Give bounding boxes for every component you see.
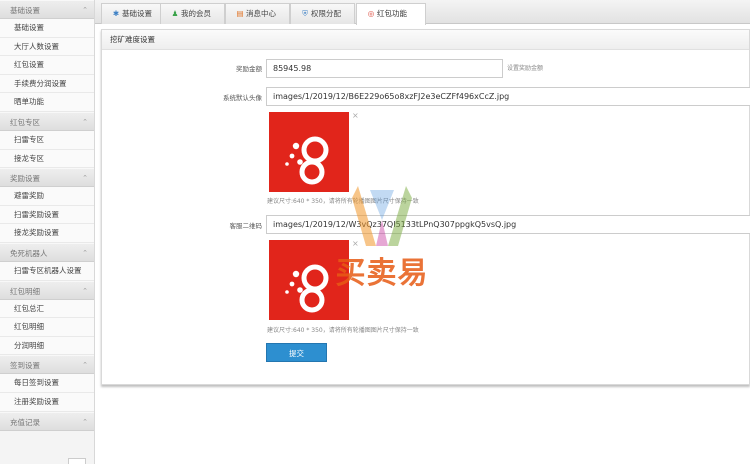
reward-amount-input[interactable]: 85945.98	[266, 59, 503, 78]
remove-qr-icon[interactable]: ×	[352, 239, 359, 248]
redpacket-icon: ◎	[367, 9, 375, 18]
chevron-up-icon: ⌃	[82, 417, 88, 426]
tab-basic-settings[interactable]: ✱ 基础设置	[101, 3, 166, 24]
default-avatar-input[interactable]: images/1/2019/12/B6E229o65o8xzFJ2e3eCZFf…	[266, 87, 750, 106]
sidebar-item[interactable]: 扫雷奖励设置	[0, 205, 94, 225]
sidebar-item[interactable]: 扫雷专区	[0, 130, 94, 150]
qr-code-input[interactable]: images/1/2019/12/W3vQz37QI5133tLPnQ307pp…	[266, 215, 750, 234]
chevron-up-icon: ⌃	[82, 174, 88, 183]
qr-logo-icon	[285, 264, 329, 313]
qr-code-image	[269, 240, 349, 320]
gear-icon: ✱	[112, 9, 120, 18]
default-avatar-hint: 建议尺寸:640 * 350，请将所有轮播图图片尺寸保持一致	[267, 198, 419, 205]
chevron-up-icon: ⌃	[82, 361, 88, 370]
tab-message-center[interactable]: ▤ 消息中心	[225, 3, 290, 24]
sidebar-item[interactable]: 手续费分润设置	[0, 74, 94, 94]
sidebar-group-header[interactable]: 红包专区 ⌃	[0, 111, 94, 131]
sidebar-group-title: 基础设置	[10, 6, 40, 15]
sidebar-group-title: 充值记录	[10, 417, 40, 427]
reward-amount-hint: 设置奖励金额	[507, 65, 544, 72]
chevron-up-icon: ⌃	[82, 6, 88, 14]
sidebar-group-title: 红包明细	[10, 286, 40, 296]
avatar-logo-icon	[285, 136, 329, 185]
sidebar-group-title: 红包专区	[10, 117, 40, 127]
sidebar: 基础设置 ⌃ 基础设置 大厅人数设置 红包设置 手续费分润设置 晒单功能 红包专区 ⌃ 扫雷专区接…	[0, 0, 95, 464]
tab-bar: ✱ 基础设置 ♟ 我的会员 ▤ 消息中心 ⛨ 权限分配 ◎ 红包功能	[95, 0, 750, 25]
shield-icon: ⛨	[302, 9, 308, 18]
sidebar-item[interactable]: 每日签到设置	[0, 374, 94, 393]
tab-permission[interactable]: ⛨ 权限分配	[290, 3, 355, 24]
reward-amount-label: 奖励金额	[236, 65, 262, 73]
sidebar-item[interactable]: 红包总汇	[0, 299, 94, 319]
sidebar-item[interactable]: 接龙奖励设置	[0, 224, 94, 243]
sidebar-group-header[interactable]: 基础设置 ⌃	[0, 0, 94, 19]
chevron-up-icon: ⌃	[82, 117, 88, 126]
default-avatar-label: 系统默认头像	[223, 94, 262, 102]
settings-panel: 挖矿难度设置 奖励金额 85945.98 设置奖励金额 系统默认头像 image…	[101, 29, 750, 385]
tab-redpacket[interactable]: ◎ 红包功能	[356, 3, 426, 25]
qr-code-label: 客服二维码	[229, 222, 263, 230]
panel-title: 挖矿难度设置	[102, 30, 749, 50]
sidebar-group-header[interactable]: 红包明细 ⌃	[0, 280, 94, 300]
sidebar-group-title: 签到设置	[10, 361, 40, 371]
sidebar-group-title: 免死机器人	[10, 248, 48, 258]
sidebar-item[interactable]: 分润明细	[0, 336, 94, 356]
sidebar-group-header[interactable]: 奖励设置 ⌃	[0, 168, 94, 188]
default-avatar-image	[269, 112, 349, 192]
sidebar-group-header[interactable]: 免死机器人 ⌃	[0, 242, 94, 262]
sidebar-item[interactable]: 接龙专区	[0, 149, 94, 169]
sidebar-item[interactable]: 红包明细	[0, 318, 94, 337]
sidebar-item[interactable]: 注册奖励设置	[0, 392, 94, 412]
sidebar-group-header[interactable]: 充值记录 ⌃	[0, 411, 94, 431]
qr-code-hint: 建议尺寸:640 * 350，请将所有轮播图图片尺寸保持一致	[267, 327, 419, 334]
chevron-up-icon: ⌃	[82, 248, 88, 257]
user-icon: ♟	[171, 9, 179, 18]
sidebar-item[interactable]: 大厅人数设置	[0, 37, 94, 57]
sidebar-group-title: 奖励设置	[10, 174, 40, 184]
sidebar-item[interactable]: 避雷奖励	[0, 187, 94, 206]
sidebar-item[interactable]: 扫雷专区机器人设置	[0, 261, 94, 281]
remove-avatar-icon[interactable]: ×	[352, 111, 359, 120]
submit-button[interactable]: 提交	[266, 343, 327, 362]
sidebar-item[interactable]: 红包设置	[0, 56, 94, 75]
message-icon: ▤	[236, 9, 244, 18]
sidebar-item[interactable]: 基础设置	[0, 19, 94, 38]
tab-my-members[interactable]: ♟ 我的会员	[160, 3, 225, 24]
sidebar-group-header[interactable]: 签到设置 ⌃	[0, 355, 94, 375]
sidebar-item[interactable]: 晒单功能	[0, 93, 94, 112]
sidebar-scroll-handle[interactable]	[68, 458, 86, 464]
chevron-up-icon: ⌃	[82, 286, 88, 295]
